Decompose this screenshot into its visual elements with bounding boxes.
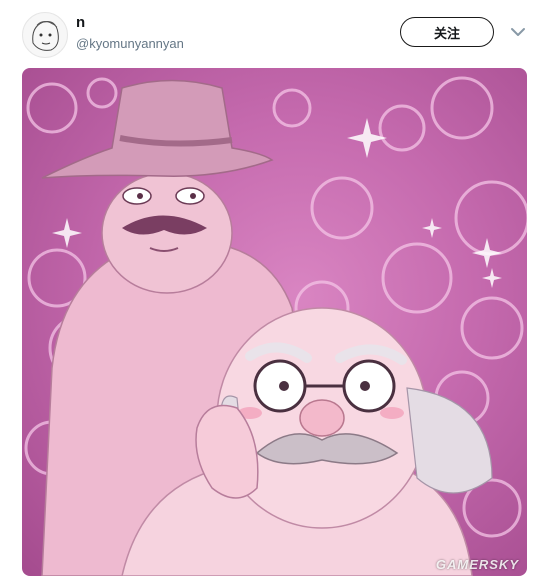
- display-name[interactable]: n: [76, 14, 85, 31]
- watermark: GAMERSKY: [435, 557, 519, 572]
- follow-button[interactable]: 关注: [400, 17, 494, 47]
- user-handle[interactable]: @kyomunyannyan: [76, 36, 184, 51]
- tweet-header: n @kyomunyannyan 关注: [0, 0, 550, 66]
- tweet-media-image[interactable]: GAMERSKY: [22, 68, 527, 576]
- illustration: [24, 76, 527, 576]
- avatar-sketch: [32, 21, 59, 51]
- chevron-down-icon[interactable]: [510, 26, 526, 38]
- avatar[interactable]: [22, 12, 68, 58]
